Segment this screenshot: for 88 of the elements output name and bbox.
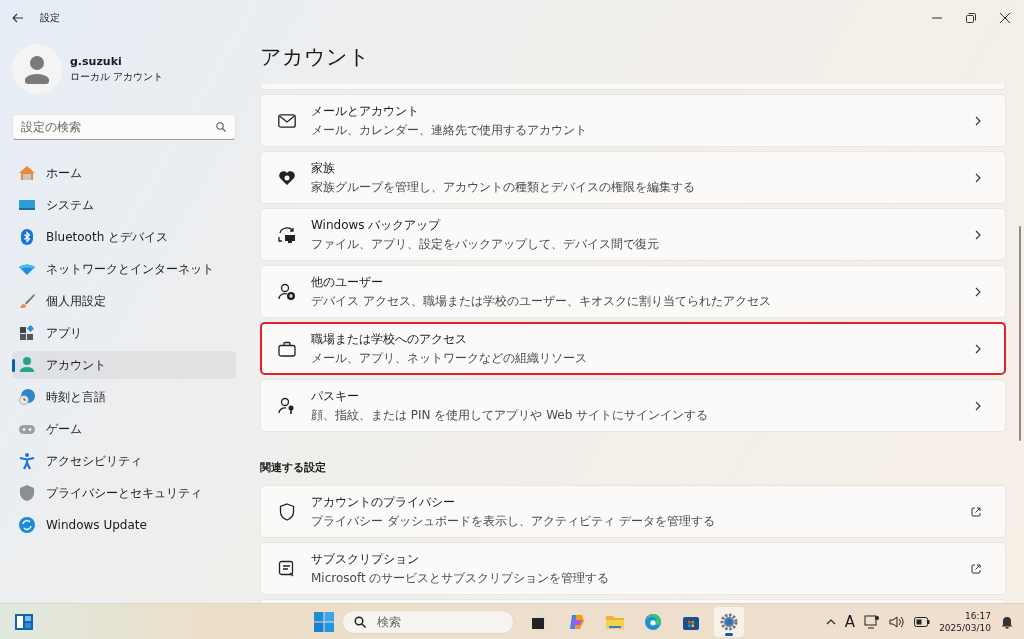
settings-card[interactable]: アカウントのプライバシー プライバシー ダッシュボードを表示し、アクティビティ データを管理する (260, 485, 1006, 538)
settings-card[interactable]: 職場または学校へのアクセス メール、アプリ、ネットワークなどの組織リソース (260, 322, 1006, 375)
ime-indicator[interactable]: A (844, 612, 856, 631)
accessibility-icon (18, 452, 36, 470)
settings-card[interactable]: 家族 家族グループを管理し、アカウントの種類とデバイスの権限を編集する (260, 151, 1006, 204)
shield-icon (18, 484, 36, 502)
bell-icon[interactable] (1000, 614, 1014, 629)
browser-swirl-icon (644, 612, 662, 631)
card-title: サブスクリプション (311, 550, 420, 568)
card-title: メールとアカウント (311, 102, 420, 120)
gear-icon (720, 612, 738, 631)
card-title: アカウントのプライバシー (311, 493, 456, 511)
card-description: Microsoft のサービスとサブスクリプションを管理する (311, 569, 611, 587)
battery-icon[interactable] (914, 616, 931, 627)
chevron-right-icon (975, 229, 981, 240)
chevron-right-icon (975, 400, 981, 411)
clock[interactable]: 16:17 2025/03/10 (939, 609, 991, 634)
globe-clock-icon (18, 388, 36, 406)
person-add-icon (278, 282, 296, 301)
page-title: アカウント (260, 44, 371, 71)
search-icon (216, 122, 226, 132)
card-description: プライバシー ダッシュボードを表示し、アクティビティ データを管理する (311, 512, 716, 530)
card-title: 家族 (311, 159, 336, 177)
nav-item[interactable]: アクセシビリティ (12, 447, 236, 475)
card-title: 職場または学校へのアクセス (311, 330, 468, 348)
chevron-right-icon (975, 343, 981, 354)
chevron-right-icon (975, 172, 981, 183)
back-arrow-icon[interactable] (12, 13, 24, 23)
taskbar-search-field[interactable]: 検索 (342, 609, 514, 634)
shield-icon (279, 502, 295, 521)
speaker-icon[interactable] (889, 615, 906, 628)
apps-icon (18, 324, 36, 342)
card-description: メール、カレンダー、連絡先で使用するアカウント (311, 121, 588, 139)
section-heading: 関連する設定 (260, 460, 327, 475)
settings-card[interactable]: 他のユーザー デバイス アクセス、職場または学校のユーザー、キオスクに割り当てられたアクセス (260, 265, 1006, 318)
nav-item[interactable]: アプリ (12, 319, 236, 347)
settings-card[interactable]: メールとアカウント メール、カレンダー、連絡先で使用するアカウント (260, 94, 1006, 147)
nav-item[interactable]: 個人用設定 (12, 287, 236, 315)
chevron-right-icon (975, 115, 981, 126)
heart-icon (278, 169, 296, 186)
nav-item[interactable]: プライバシーとセキュリティ (12, 479, 236, 507)
close-icon[interactable] (1000, 13, 1010, 23)
widgets-icon[interactable] (14, 612, 34, 631)
nav-item[interactable]: システム (12, 191, 236, 219)
person-icon (18, 356, 36, 374)
task-view-icon (530, 612, 548, 631)
nav-item[interactable]: Windows Update (12, 511, 236, 539)
external-link-icon (971, 563, 981, 574)
sync-icon (18, 516, 36, 534)
restore-icon[interactable] (966, 13, 976, 23)
card-title: パスキー (311, 387, 360, 405)
nav-item[interactable]: 時刻と言語 (12, 383, 236, 411)
nav-item[interactable]: ゲーム (12, 415, 236, 443)
brush-icon (18, 292, 36, 310)
card-title: 他のユーザー (311, 273, 384, 291)
user-name: g.suzuki (70, 54, 123, 68)
nav-item[interactable]: ホーム (12, 159, 236, 187)
copilot-icon (568, 612, 586, 631)
nav-item[interactable]: Bluetooth とデバイス (12, 223, 236, 251)
nav-item[interactable]: ネットワークとインターネット (12, 255, 236, 283)
house-icon (18, 164, 36, 182)
card-description: メール、アプリ、ネットワークなどの組織リソース (311, 349, 588, 367)
search-field[interactable]: 設定の検索 (12, 114, 236, 140)
card-title: Windows バックアップ (311, 216, 442, 234)
external-link-icon (971, 506, 981, 517)
chevron-right-icon (975, 286, 981, 297)
person-key-icon (278, 396, 296, 415)
card-description: 家族グループを管理し、アカウントの種類とデバイスの権限を編集する (311, 178, 696, 196)
avatar-icon (12, 44, 62, 94)
window-title: 設定 (40, 11, 60, 25)
sync-monitor-icon (278, 225, 296, 244)
windows-logo-icon[interactable] (314, 611, 334, 632)
nav-item[interactable]: アカウント (12, 351, 236, 379)
document-icon (278, 559, 296, 578)
network-icon[interactable] (864, 614, 881, 629)
briefcase-icon (278, 340, 296, 357)
settings-card[interactable]: サブスクリプション Microsoft のサービスとサブスクリプションを管理する (260, 542, 1006, 595)
envelope-icon (278, 113, 296, 128)
card-description: デバイス アクセス、職場または学校のユーザー、キオスクに割り当てられたアクセス (311, 292, 772, 310)
settings-card[interactable]: Windows バックアップ ファイル、アプリ、設定をバックアップして、デバイス間で復元 (260, 208, 1006, 261)
clock-date: 2025/03/10 (939, 621, 991, 634)
card-description: 顔、指紋、または PIN を使用してアプリや Web サイトにサインインする (311, 406, 710, 424)
card-description: ファイル、アプリ、設定をバックアップして、デバイス間で復元 (311, 235, 660, 253)
account-type: ローカル アカウント (70, 69, 164, 84)
settings-card[interactable]: パスキー 顔、指紋、または PIN を使用してアプリや Web サイトにサインインする (260, 379, 1006, 432)
chevron-up-icon[interactable] (825, 618, 836, 625)
bluetooth-icon (18, 228, 36, 246)
clock-time: 16:17 (965, 609, 991, 622)
